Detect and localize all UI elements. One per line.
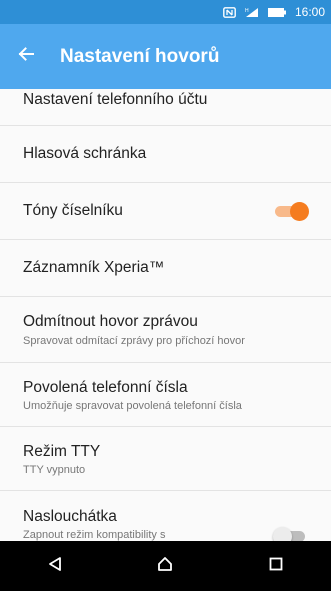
setting-title: Hlasová schránka bbox=[23, 145, 147, 162]
svg-text:H: H bbox=[245, 8, 249, 14]
back-arrow-icon bbox=[18, 47, 34, 66]
toggle-thumb bbox=[273, 527, 292, 541]
back-button[interactable] bbox=[0, 24, 52, 89]
nfc-icon bbox=[223, 6, 236, 18]
navigation-bar bbox=[0, 541, 331, 591]
toggle-thumb bbox=[290, 202, 309, 221]
setting-title: Naslouchátka bbox=[23, 508, 117, 525]
settings-list[interactable]: Nastavení telefonního účtu Hlasová schrá… bbox=[0, 89, 331, 541]
setting-title: Tóny číselníku bbox=[23, 202, 123, 219]
setting-item-hearing-aids[interactable]: Naslouchátka Zapnout režim kompatibility… bbox=[0, 491, 331, 541]
setting-item-fixed-dialing[interactable]: Povolená telefonní čísla Umožňuje spravo… bbox=[0, 363, 331, 427]
status-bar: H 16:00 bbox=[0, 0, 331, 24]
nav-home-button[interactable] bbox=[140, 541, 190, 591]
setting-title: Režim TTY bbox=[23, 443, 101, 460]
setting-subtitle: TTY vypnuto bbox=[23, 464, 86, 476]
setting-item-reject-with-message[interactable]: Odmítnout hovor zprávou Spravovat odmíta… bbox=[0, 297, 331, 363]
page-title: Nastavení hovorů bbox=[60, 45, 220, 67]
setting-item-voicemail[interactable]: Hlasová schránka bbox=[0, 126, 331, 183]
setting-subtitle: Spravovat odmítací zprávy pro příchozí h… bbox=[23, 335, 245, 347]
setting-item-account[interactable]: Nastavení telefonního účtu bbox=[0, 89, 331, 126]
setting-item-dial-tones[interactable]: Tóny číselníku bbox=[0, 183, 331, 240]
nav-back-button[interactable] bbox=[30, 541, 80, 591]
battery-icon bbox=[267, 7, 286, 17]
nav-recents-button[interactable] bbox=[251, 541, 301, 591]
setting-item-tty-mode[interactable]: Režim TTY TTY vypnuto bbox=[0, 427, 331, 491]
setting-title: Záznamník Xperia™ bbox=[23, 259, 165, 276]
dial-tones-toggle[interactable] bbox=[273, 202, 309, 221]
app-toolbar: Nastavení hovorů bbox=[0, 24, 331, 89]
signal-icon: H bbox=[245, 7, 259, 18]
back-icon bbox=[47, 556, 63, 577]
setting-title: Povolená telefonní čísla bbox=[23, 379, 188, 396]
setting-subtitle: Umožňuje spravovat povolená telefonní čí… bbox=[23, 400, 242, 412]
status-time: 16:00 bbox=[294, 5, 325, 19]
hearing-aids-toggle[interactable] bbox=[273, 527, 309, 541]
setting-subtitle: Zapnout režim kompatibility s bbox=[23, 529, 166, 541]
home-icon bbox=[157, 556, 173, 577]
recents-icon bbox=[268, 556, 284, 577]
setting-item-xperia-recorder[interactable]: Záznamník Xperia™ bbox=[0, 240, 331, 297]
setting-title: Odmítnout hovor zprávou bbox=[23, 313, 198, 330]
setting-title: Nastavení telefonního účtu bbox=[23, 91, 208, 108]
